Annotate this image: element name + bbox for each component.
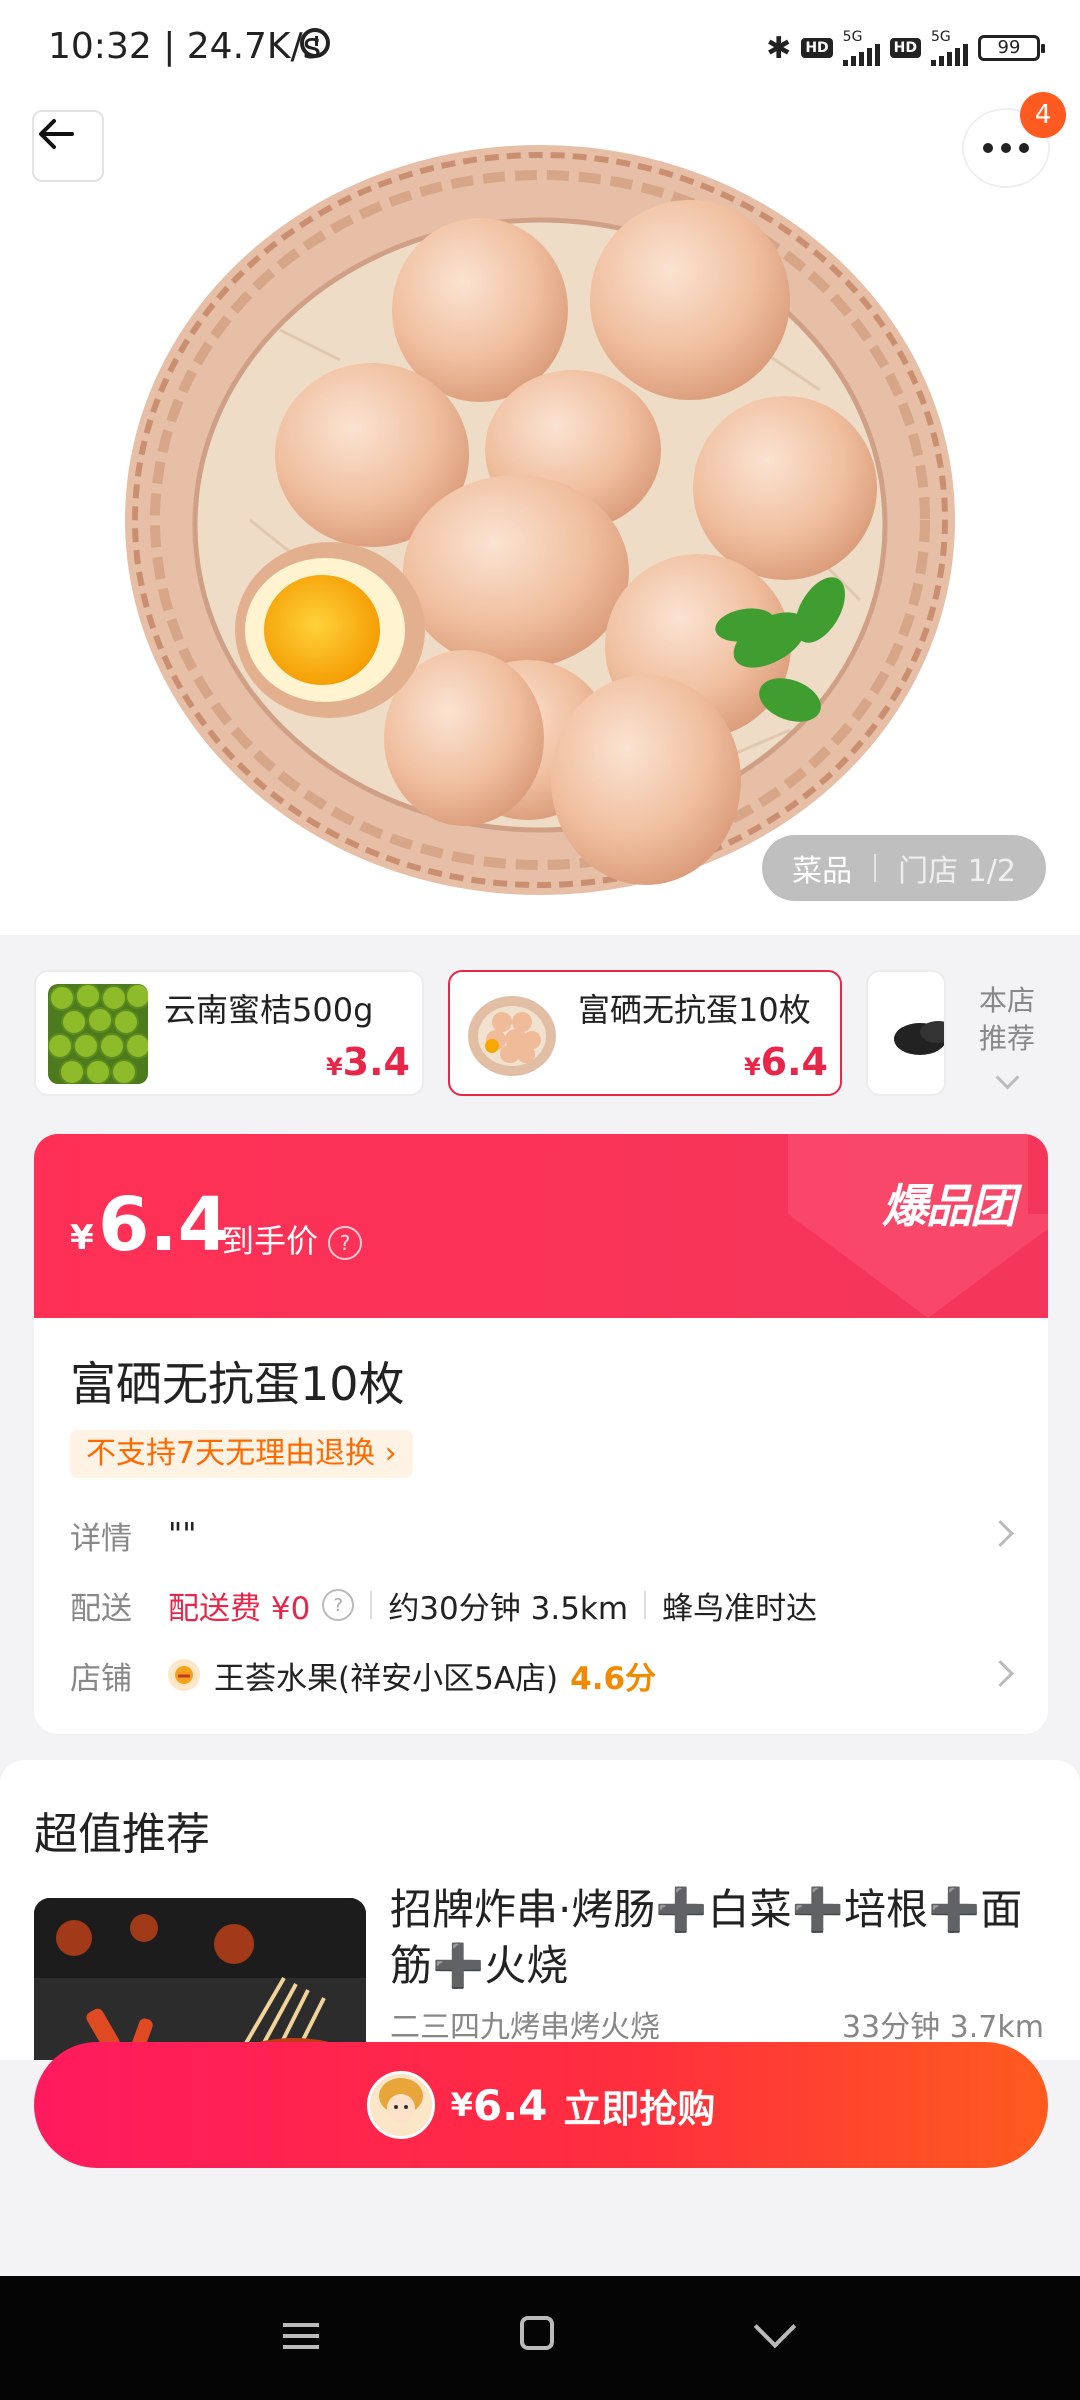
- hd-badge: HD: [889, 38, 921, 58]
- tangerine-thumbnail: [48, 984, 148, 1084]
- hd-badge: HD: [801, 38, 833, 58]
- more-dots-icon: [983, 143, 993, 153]
- delivery-row[interactable]: 配送 配送费 ¥0 ? 约30分钟 3.5km 蜂鸟准时达: [70, 1580, 1010, 1630]
- product-info-card: ¥ 6.4 到手价? 爆品团 富硒无抗蛋10枚 不支持7天无理由退换 › 详情 …: [34, 1134, 1048, 1734]
- recommendations-title: 超值推荐: [34, 1809, 210, 1860]
- price-value: 3.4: [342, 1040, 410, 1084]
- tab-dishes[interactable]: 菜品: [792, 846, 852, 890]
- back-button[interactable]: [32, 110, 104, 182]
- product-title: 富硒无抗蛋10枚: [70, 1357, 405, 1411]
- tab-store[interactable]: 门店 1/2: [898, 846, 1016, 890]
- delivery-service: 蜂鸟准时达: [662, 1590, 818, 1627]
- avatar: [366, 2071, 435, 2139]
- back-nav-icon[interactable]: [753, 2305, 797, 2349]
- currency-symbol: ¥: [325, 1053, 343, 1081]
- network-type: 5G: [842, 29, 863, 45]
- egg-thumbnail: [462, 984, 562, 1084]
- more-dot: [1019, 143, 1029, 153]
- recommendation-shop: 二三四九烤串烤火烧: [390, 2010, 660, 2045]
- details-row[interactable]: 详情 "": [70, 1510, 1014, 1560]
- store-label: 店铺: [70, 1660, 132, 1697]
- price-currency: ¥: [70, 1218, 94, 1258]
- store-row[interactable]: 店铺 王荟水果(祥安小区5A店) 4.6分: [70, 1650, 1014, 1700]
- related-product-name: 云南蜜桔500g: [164, 991, 374, 1029]
- status-time: 10:32 | 24.7K/s: [48, 26, 322, 67]
- delivery-label: 配送: [70, 1590, 132, 1627]
- details-label: 详情: [70, 1520, 132, 1557]
- more-dot: [1001, 143, 1011, 153]
- status-bar: 10:32 | 24.7K/s ✱ HD 5G HD 5G 99: [0, 0, 1080, 96]
- chevron-right-icon: [987, 1660, 1014, 1687]
- price-label-text: 到手价: [222, 1222, 319, 1260]
- related-product-name: 富硒无抗蛋10枚: [578, 991, 811, 1029]
- signal-icon: 5G: [931, 30, 968, 66]
- store-rating: 4.6分: [570, 1660, 657, 1697]
- related-product-card-selected[interactable]: 富硒无抗蛋10枚 ¥6.4: [448, 970, 842, 1096]
- alarm-icon: [300, 28, 330, 58]
- delivery-fee: 配送费 ¥0: [168, 1590, 311, 1627]
- arrow-left-icon: [39, 119, 74, 149]
- price-value: 6.4: [760, 1040, 828, 1084]
- recommendation-image[interactable]: [34, 1898, 366, 2060]
- recommendation-distance: 33分钟 3.7km: [841, 2010, 1044, 2045]
- divider: [644, 1591, 647, 1619]
- related-product-card[interactable]: 云南蜜桔500g ¥3.4: [34, 970, 424, 1096]
- buy-label: 立即抢购: [563, 2086, 716, 2131]
- delivery-time: 约30分钟 3.5km: [388, 1590, 629, 1627]
- buy-price: 6.4: [472, 2080, 548, 2130]
- notification-badge: 4: [1020, 92, 1066, 138]
- price-banner: ¥ 6.4 到手价? 爆品团: [34, 1134, 1048, 1318]
- recommendation-name[interactable]: 招牌炸串·烤肠➕白菜➕培根➕面筋➕火烧: [390, 1882, 1030, 1994]
- price-label: 到手价?: [222, 1216, 363, 1262]
- details-value: "": [168, 1517, 197, 1553]
- product-image[interactable]: 4 菜品 门店 1/2: [0, 0, 1080, 935]
- recommendations-section: 超值推荐 招牌炸串·烤肠➕白菜➕培根➕面筋➕火烧 二三四九烤串烤火烧 33分钟 …: [0, 1760, 1080, 2060]
- signal-icon: 5G: [842, 29, 880, 66]
- store-recommend-button[interactable]: 本店推荐: [972, 982, 1042, 1096]
- divider: [370, 1591, 373, 1619]
- network-type: 5G: [931, 29, 951, 45]
- tab-divider: [874, 854, 877, 882]
- egg-basket-image: [0, 0, 1080, 935]
- related-product-price: ¥3.4: [326, 1040, 410, 1084]
- help-icon[interactable]: ?: [322, 1589, 355, 1621]
- battery-icon: 99: [978, 35, 1045, 61]
- store-name: 王荟水果(祥安小区5A店): [214, 1660, 559, 1697]
- related-products-strip[interactable]: 云南蜜桔500g ¥3.4 富硒无抗蛋10枚 ¥6.4: [34, 970, 1080, 1100]
- product-thumbnail: [880, 984, 944, 1084]
- price-value: 6.4: [98, 1182, 230, 1268]
- related-product-card-partial[interactable]: [866, 970, 946, 1096]
- system-navigation-bar: [0, 2276, 1080, 2400]
- store-recommend-label: 本店推荐: [978, 984, 1035, 1055]
- chevron-down-icon: [994, 1065, 1020, 1090]
- image-tabs[interactable]: 菜品 门店 1/2: [762, 835, 1046, 901]
- chevron-right-icon: [987, 1520, 1014, 1547]
- bluetooth-icon: ✱: [766, 30, 792, 66]
- related-product-price: ¥6.4: [744, 1040, 828, 1084]
- currency-symbol: ¥: [743, 1053, 761, 1081]
- buy-now-button[interactable]: ¥ 6.4 立即抢购: [34, 2042, 1048, 2168]
- store-logo-icon: [168, 1659, 200, 1691]
- return-policy-tag[interactable]: 不支持7天无理由退换 ›: [70, 1430, 413, 1478]
- help-icon[interactable]: ?: [328, 1226, 363, 1260]
- home-icon[interactable]: [520, 2316, 554, 2350]
- status-icons: ✱ HD 5G HD 5G 99: [766, 28, 1045, 68]
- recent-apps-icon[interactable]: [283, 2316, 319, 2356]
- baopintuan-logo: 爆品团: [882, 1179, 1016, 1233]
- buy-currency: ¥: [450, 2086, 473, 2124]
